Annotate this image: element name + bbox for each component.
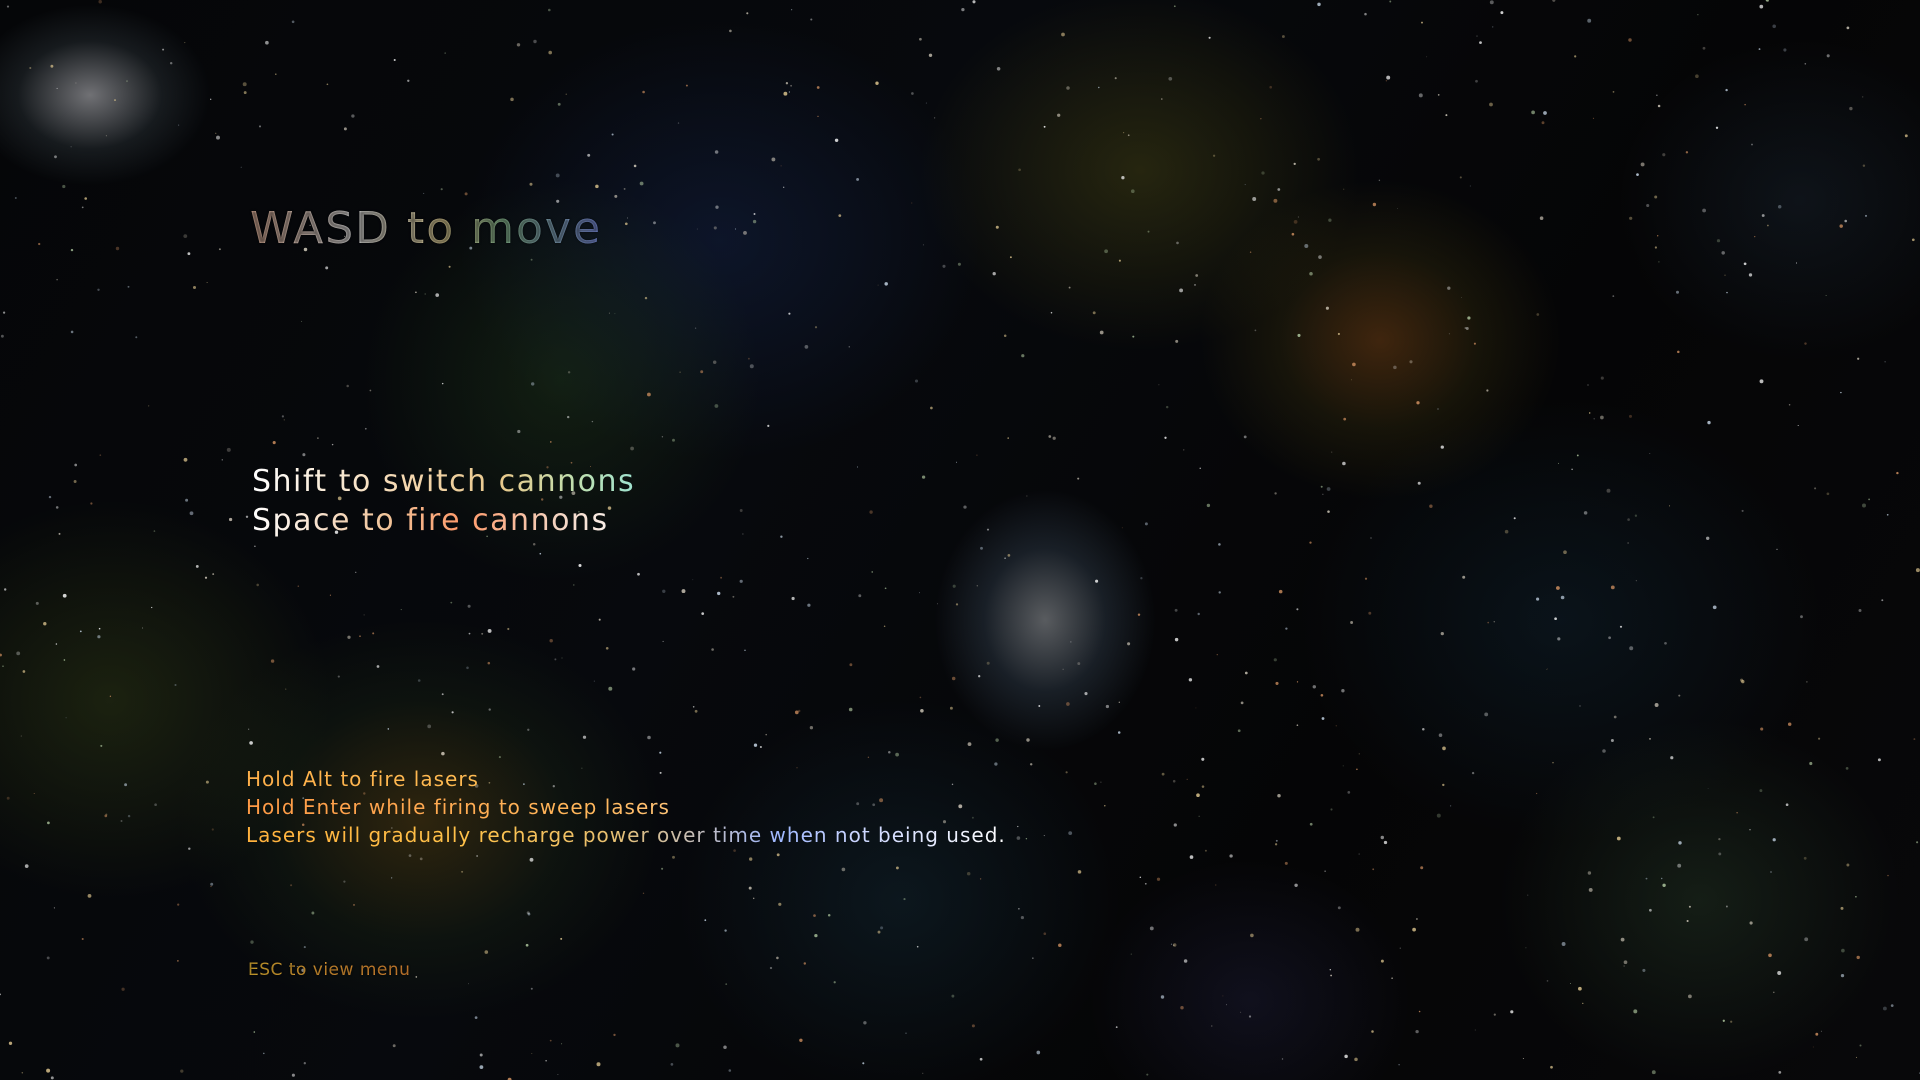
cannon-instructions: Shift to switch cannons Space to fire ca… — [252, 462, 635, 540]
laser-recharge-note: Lasers will gradually recharge power ove… — [246, 823, 1006, 847]
laser-instructions: Hold Alt to fire lasers Hold Enter while… — [246, 765, 1006, 849]
starfield-background — [0, 0, 1920, 1080]
game-screen: WASD to move Shift to switch cannons Spa… — [0, 0, 1920, 1080]
fire-cannons-instruction: Space to fire cannons — [252, 501, 635, 540]
move-instruction: WASD to move — [250, 203, 603, 254]
switch-cannons-instruction: Shift to switch cannons — [252, 464, 636, 499]
fire-lasers-instruction: Hold Alt to fire lasers — [246, 765, 1006, 793]
menu-hint: ESC to view menu — [248, 960, 411, 980]
sweep-lasers-instruction: Hold Enter while firing to sweep lasers — [246, 793, 1006, 821]
